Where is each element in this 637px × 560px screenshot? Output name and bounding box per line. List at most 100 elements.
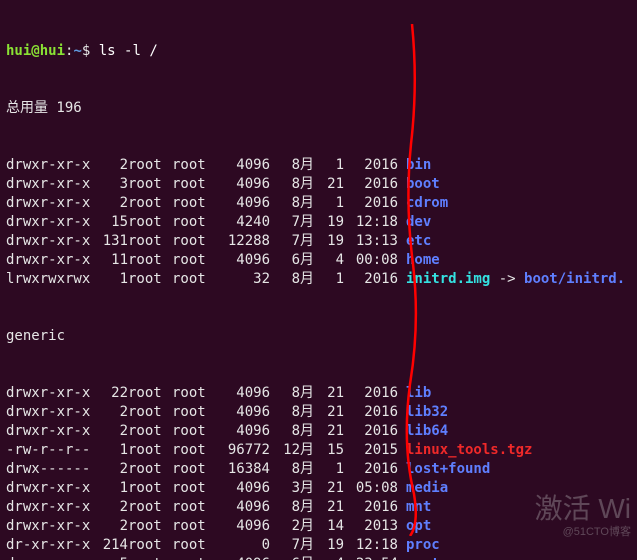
col-day: 14 — [314, 517, 344, 536]
col-day: 19 — [314, 232, 344, 251]
col-own: root — [128, 156, 172, 175]
col-size: 4096 — [216, 175, 270, 194]
col-day: 19 — [314, 213, 344, 232]
col-day: 1 — [314, 156, 344, 175]
col-mon: 6月 — [270, 555, 314, 560]
col-links: 11 — [92, 251, 128, 270]
col-size: 4240 — [216, 213, 270, 232]
col-own: root — [128, 384, 172, 403]
col-size: 96772 — [216, 441, 270, 460]
col-links: 214 — [92, 536, 128, 555]
file-name: boot — [398, 175, 440, 194]
col-time: 2015 — [344, 441, 398, 460]
file-name: etc — [398, 232, 431, 251]
col-grp: root — [172, 422, 216, 441]
col-mon: 7月 — [270, 232, 314, 251]
col-day: 19 — [314, 536, 344, 555]
file-name: mnt — [398, 498, 431, 517]
col-time: 2016 — [344, 384, 398, 403]
col-mon: 2月 — [270, 517, 314, 536]
prompt-path: ~ — [73, 42, 81, 61]
col-day: 21 — [314, 422, 344, 441]
col-perm: drwxr-xr-x — [6, 175, 92, 194]
col-mon: 8月 — [270, 384, 314, 403]
col-grp: root — [172, 403, 216, 422]
file-name: media — [398, 479, 448, 498]
listing-row: drwxr-xr-x2rootroot40968月212016mnt — [6, 498, 631, 517]
file-name: proc — [398, 536, 440, 555]
col-grp: root — [172, 251, 216, 270]
col-own: root — [128, 441, 172, 460]
col-time: 2016 — [344, 422, 398, 441]
col-own: root — [128, 460, 172, 479]
col-own: root — [128, 213, 172, 232]
listing-row: drwxr-xr-x2rootroot40962月142013opt — [6, 517, 631, 536]
col-day: 21 — [314, 479, 344, 498]
col-time: 05:08 — [344, 479, 398, 498]
col-own: root — [128, 251, 172, 270]
listing-row: drwxr-xr-x2rootroot40968月212016lib32 — [6, 403, 631, 422]
col-grp: root — [172, 194, 216, 213]
col-day: 1 — [314, 270, 344, 289]
col-perm: drwxr-xr-x — [6, 251, 92, 270]
listing-row: drwxr-xr-x22rootroot40968月212016lib — [6, 384, 631, 403]
col-links: 2 — [92, 498, 128, 517]
col-links: 1 — [92, 479, 128, 498]
col-size: 4096 — [216, 517, 270, 536]
col-own: root — [128, 270, 172, 289]
col-time: 2013 — [344, 517, 398, 536]
col-perm: -rw-r--r-- — [6, 441, 92, 460]
col-links: 22 — [92, 384, 128, 403]
col-time: 2016 — [344, 156, 398, 175]
col-size: 16384 — [216, 460, 270, 479]
total-line: 总用量 196 — [6, 99, 631, 118]
col-perm: drwxr-xr-x — [6, 422, 92, 441]
col-own: root — [128, 498, 172, 517]
col-own: root — [128, 232, 172, 251]
col-links: 2 — [92, 422, 128, 441]
col-links: 2 — [92, 156, 128, 175]
col-grp: root — [172, 156, 216, 175]
col-links: 1 — [92, 441, 128, 460]
col-time: 23:54 — [344, 555, 398, 560]
file-name: linux_tools.tgz — [398, 441, 532, 460]
wrapped-line-1: generic — [6, 327, 631, 346]
col-size: 4096 — [216, 498, 270, 517]
col-size: 4096 — [216, 156, 270, 175]
prompt-user-host: hui@hui — [6, 42, 65, 61]
col-size: 4096 — [216, 479, 270, 498]
col-time: 2016 — [344, 194, 398, 213]
listing-row: drwxr-xr-x15rootroot42407月1912:18dev — [6, 213, 631, 232]
col-time: 2016 — [344, 270, 398, 289]
col-mon: 8月 — [270, 403, 314, 422]
listing-row: drwxr-xr-x2rootroot40968月12016cdrom — [6, 194, 631, 213]
col-links: 2 — [92, 517, 128, 536]
file-name: opt — [398, 517, 431, 536]
terminal-output[interactable]: hui@hui:~$ ls -l / 总用量 196 drwxr-xr-x2ro… — [0, 0, 637, 560]
col-time: 12:18 — [344, 213, 398, 232]
col-links: 2 — [92, 403, 128, 422]
col-day: 1 — [314, 194, 344, 213]
col-own: root — [128, 517, 172, 536]
col-time: 2016 — [344, 498, 398, 517]
col-day: 21 — [314, 175, 344, 194]
col-size: 4096 — [216, 194, 270, 213]
col-links: 3 — [92, 175, 128, 194]
listing-row: drwxr-xr-x2rootroot40968月12016bin — [6, 156, 631, 175]
col-links: 131 — [92, 232, 128, 251]
col-size: 4096 — [216, 384, 270, 403]
col-mon: 8月 — [270, 498, 314, 517]
col-perm: drwx------ — [6, 460, 92, 479]
listing-row: dr-xr-xr-x214rootroot07月1912:18proc — [6, 536, 631, 555]
col-perm: drwxr-xr-x — [6, 213, 92, 232]
col-grp: root — [172, 555, 216, 560]
file-name: lib32 — [398, 403, 448, 422]
col-mon: 8月 — [270, 156, 314, 175]
file-name: dev — [398, 213, 431, 232]
col-own: root — [128, 194, 172, 213]
listing-row: lrwxrwxrwx1rootroot328月12016initrd.img -… — [6, 270, 631, 289]
col-links: 1 — [92, 270, 128, 289]
col-day: 21 — [314, 384, 344, 403]
file-name: lib — [398, 384, 431, 403]
command-text: ls -l / — [99, 42, 158, 61]
